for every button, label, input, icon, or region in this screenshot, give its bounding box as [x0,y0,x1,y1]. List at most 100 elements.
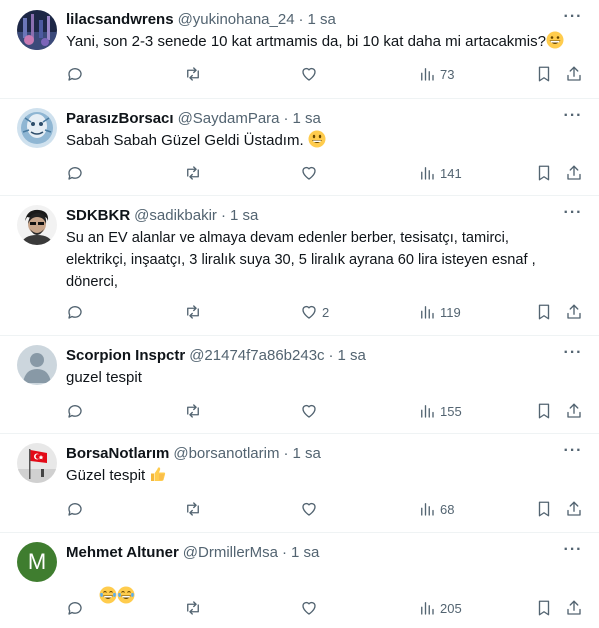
retweet-button[interactable] [184,500,202,518]
avatar[interactable] [17,443,57,483]
avatar[interactable] [17,345,57,385]
display-name[interactable]: lilacsandwrens [66,10,174,30]
more-options-icon[interactable]: ··· [563,345,583,366]
more-options-icon[interactable]: ··· [563,205,583,226]
timestamp[interactable]: 1 sa [308,10,336,30]
share-button[interactable] [565,402,583,420]
reply-tweet[interactable]: BorsaNotlarım @borsanotlarim · 1 sa ··· … [0,434,599,533]
bookmark-icon [538,501,550,517]
display-name[interactable]: Scorpion Inspctr [66,346,185,366]
bookmark-icon [538,165,550,181]
view-count: 119 [440,304,461,320]
display-name[interactable]: BorsaNotlarım [66,444,169,464]
retweet-button[interactable] [184,164,202,182]
like-button[interactable] [300,500,322,518]
reply-tweet[interactable]: ParasızBorsacı @SaydamPara · 1 sa ··· Sa… [0,99,599,196]
retweet-button[interactable] [184,402,202,420]
bookmark-button[interactable] [535,402,553,420]
bookmark-button[interactable] [535,303,553,321]
views-button[interactable]: 119 [418,303,461,321]
like-button[interactable] [300,402,322,420]
retweet-icon [187,67,199,81]
user-handle[interactable]: @borsanotlarim [173,444,279,464]
bookmark-icon [538,66,550,82]
reply-button[interactable] [66,164,84,182]
retweet-button[interactable] [184,599,202,617]
display-name[interactable]: ParasızBorsacı [66,109,174,129]
reply-button[interactable] [66,500,84,518]
tweet-header: SDKBKR @sadikbakir · 1 sa [66,206,587,226]
reply-button[interactable] [66,65,84,83]
more-options-icon[interactable]: ··· [563,542,583,563]
display-name[interactable]: SDKBKR [66,206,130,226]
retweet-button[interactable] [184,65,202,83]
views-button[interactable]: 155 [418,402,462,420]
bookmark-button[interactable] [535,164,553,182]
retweet-icon [187,166,199,180]
timestamp[interactable]: 1 sa [291,543,319,563]
share-button[interactable] [565,164,583,182]
reply-tweet[interactable]: Scorpion Inspctr @21474f7a86b243c · 1 sa… [0,336,599,434]
reply-tweet[interactable]: lilacsandwrens @yukinohana_24 · 1 sa ···… [0,0,599,99]
reply-tweet[interactable]: SDKBKR @sadikbakir · 1 sa ··· Su an EV a… [0,196,599,336]
separator-dot: · [282,544,288,561]
separator-dot: · [220,207,226,224]
like-button[interactable] [300,164,322,182]
view-count: 155 [440,403,462,419]
reply-button[interactable] [66,599,84,617]
more-options-icon[interactable]: ··· [563,108,583,129]
retweet-button[interactable] [184,303,202,321]
share-button[interactable] [565,303,583,321]
share-button[interactable] [565,65,583,83]
views-button[interactable]: 141 [418,164,462,182]
share-button[interactable] [565,599,583,617]
reply-button[interactable] [66,303,84,321]
reply-icon [68,602,82,615]
smiley-face-emoji-icon [308,130,326,148]
share-button[interactable] [565,500,583,518]
bookmark-icon [538,304,550,320]
reply-tweet[interactable]: M Mehmet Altuner @DrmillerMsa · 1 sa ··· [0,533,599,628]
share-icon [567,403,581,418]
bookmark-button[interactable] [535,65,553,83]
avatar[interactable]: M [17,542,57,582]
tweet-actions: 155 [66,400,587,422]
views-button[interactable]: 205 [418,599,462,617]
retweet-icon [187,404,199,418]
timestamp[interactable]: 1 sa [292,444,320,464]
timestamp[interactable]: 1 sa [230,206,258,226]
like-button[interactable] [300,65,322,83]
user-handle[interactable]: @yukinohana_24 [178,10,295,30]
like-button[interactable]: 2 [300,303,329,321]
avatar-initial: M [27,549,47,574]
reply-icon [68,306,82,319]
timestamp[interactable]: 1 sa [293,109,321,129]
analytics-icon [421,503,434,516]
user-handle[interactable]: @21474f7a86b243c [189,346,324,366]
tweet-actions: 68 [66,498,587,520]
bookmark-button[interactable] [535,599,553,617]
view-count: 68 [440,501,455,517]
avatar[interactable] [17,108,57,148]
display-name[interactable]: Mehmet Altuner [66,543,179,563]
separator-dot: · [328,347,334,364]
views-button[interactable]: 68 [418,500,454,518]
reply-button[interactable] [66,402,84,420]
user-handle[interactable]: @SaydamPara [178,109,280,129]
user-handle[interactable]: @DrmillerMsa [183,543,278,563]
like-button[interactable] [300,599,322,617]
avatar[interactable] [17,205,57,245]
bookmark-button[interactable] [535,500,553,518]
more-options-icon[interactable]: ··· [563,9,583,30]
heart-icon [302,67,316,81]
tweet-text: Sabah Sabah Güzel Geldi Üstadım. [66,130,587,152]
more-options-icon[interactable]: ··· [563,443,583,464]
user-handle[interactable]: @sadikbakir [134,206,217,226]
analytics-icon [421,405,434,418]
views-button[interactable]: 73 [418,65,454,83]
heart-icon [302,166,316,180]
timestamp[interactable]: 1 sa [338,346,366,366]
tweet-text: Su an EV alanlar ve almaya devam edenler… [66,230,536,290]
analytics-icon [421,306,434,319]
avatar[interactable] [17,10,57,50]
